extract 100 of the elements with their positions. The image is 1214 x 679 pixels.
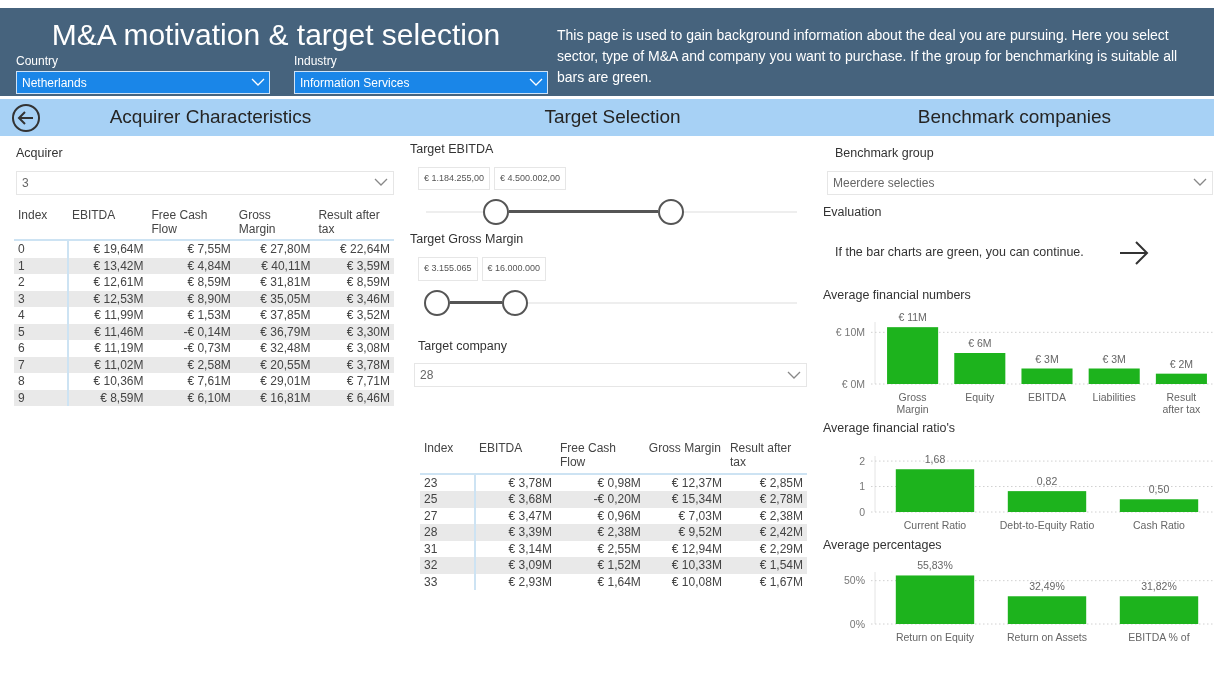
table-cell: € 0,96M (555, 507, 645, 525)
slider-track[interactable] (426, 198, 797, 227)
table-cell: -€ 0,20M (555, 491, 645, 508)
table-cell: € 37,85M (234, 307, 315, 324)
table-cell: 3 (14, 290, 68, 308)
table-cell: € 2,93M (474, 573, 556, 591)
table-cell: € 22,64M (314, 240, 394, 258)
table-cell: € 8,90M (147, 290, 235, 308)
table-cell: € 2,55M (555, 540, 645, 558)
table-cell: € 20,55M (234, 356, 315, 374)
table-cell: € 2,29M (725, 540, 807, 558)
table-cell: € 3,68M (474, 491, 556, 508)
slider-thumb[interactable] (424, 289, 451, 316)
slider-label: Target EBITDA (410, 141, 495, 158)
data-label: 32,49% (1029, 580, 1065, 593)
table-cell: € 12,53M (67, 290, 148, 308)
chevron-down-icon (787, 370, 801, 380)
table-cell: € 9,52M (644, 524, 726, 541)
table-cell: € 3,08M (314, 340, 394, 357)
range-value-field[interactable]: € 3.155.065 (418, 257, 478, 281)
data-label: 31,82% (1141, 580, 1177, 593)
dropdown[interactable]: Meerdere selecties (827, 170, 1213, 195)
table-cell: € 7,03M (644, 507, 726, 525)
table-cell: € 19,64M (67, 240, 148, 258)
range-value-field[interactable]: € 16.000.000 (481, 257, 547, 281)
data-label: 1,68 (924, 453, 946, 466)
filter-label: Country (16, 55, 60, 67)
table-cell: € 12,37M (644, 473, 726, 492)
category-label: Return on Equity (894, 632, 976, 644)
slider-thumb[interactable] (483, 199, 510, 226)
back-icon[interactable] (11, 102, 41, 133)
table-cell: 7 (14, 356, 68, 374)
chart-title: Average financial numbers (823, 286, 972, 304)
table-cell: € 40,11M (234, 257, 315, 275)
category-label: Current Ratio (902, 520, 968, 532)
data-label: € 2M (1169, 357, 1194, 370)
table-cell: € 7,55M (147, 240, 235, 258)
table-cell: € 2,85M (725, 473, 807, 492)
table-cell: € 0,98M (555, 473, 645, 492)
dropdown[interactable]: 28 (414, 363, 807, 388)
section-title: Target Selection (543, 105, 682, 130)
range-value-field[interactable]: € 4.500.002,00 (494, 166, 567, 191)
table-cell: € 16,81M (234, 389, 315, 407)
table-cell: € 2,38M (555, 524, 645, 541)
category-label: Equity (964, 392, 996, 406)
data-label: 0,82 (1036, 475, 1058, 488)
column-header: Result after tax (314, 208, 394, 241)
slider-label: Target Gross Margin (410, 231, 525, 249)
data-label: € 3M (1035, 352, 1059, 365)
arrow-right-icon[interactable] (1117, 239, 1150, 266)
table-cell: € 8,59M (147, 274, 235, 291)
table-cell: € 35,05M (234, 290, 315, 308)
table-cell: -€ 0,73M (147, 340, 235, 357)
table-cell: 9 (14, 389, 68, 407)
table-cell: € 1,52M (555, 557, 645, 574)
axis-tick-label: € 0M (841, 377, 865, 390)
chevron-down-icon (1193, 178, 1207, 188)
table-cell: € 10,08M (644, 573, 726, 591)
table-cell: € 3,59M (314, 257, 394, 275)
data-label: € 3M (1102, 352, 1126, 365)
table-cell: € 12,61M (67, 274, 148, 291)
table-cell: 28 (420, 524, 475, 541)
category-label: EBITDA % of (1127, 632, 1191, 644)
table-cell: -€ 0,14M (147, 323, 235, 341)
dropdown[interactable]: 3 (16, 170, 394, 195)
table-cell: € 27,80M (234, 240, 315, 258)
slider-thumb[interactable] (502, 289, 529, 316)
table-cell: € 15,34M (644, 491, 726, 508)
section-title: Benchmark companies (916, 105, 1113, 130)
table-cell: € 3,52M (314, 307, 394, 324)
data-label: 0,50 (1148, 483, 1170, 496)
slider-thumb[interactable] (657, 199, 684, 226)
table-cell: 25 (420, 491, 475, 508)
dropdown[interactable]: Information Services (294, 71, 548, 94)
table-cell: € 4,84M (147, 257, 235, 275)
field-label: Target company (418, 337, 508, 355)
slider-track[interactable] (426, 288, 797, 317)
table-cell: € 8,59M (67, 389, 148, 407)
table-cell: € 8,59M (314, 274, 394, 291)
dropdown[interactable]: Netherlands (16, 71, 270, 94)
data-label: € 6M (968, 337, 992, 350)
range-value-field[interactable]: € 1.184.255,00 (418, 166, 491, 191)
table-cell: € 10,36M (67, 373, 148, 390)
table-cell: € 7,71M (314, 373, 394, 390)
chevron-down-icon (374, 178, 388, 188)
chart-title: Average percentages (823, 536, 943, 554)
slider-range (450, 300, 503, 304)
table-cell: € 10,33M (644, 557, 726, 574)
section-title: Acquirer Characteristics (108, 105, 313, 130)
category-label: Debt-to-Equity Ratio (998, 520, 1096, 532)
field-label: Benchmark group (835, 145, 935, 162)
table-cell: € 1,54M (725, 557, 807, 574)
table-cell: € 13,42M (67, 257, 148, 275)
chevron-down-icon (529, 78, 543, 87)
table-cell: € 11,99M (67, 307, 148, 324)
table-cell: € 12,94M (644, 540, 726, 558)
table-cell: € 3,09M (474, 557, 556, 574)
field-label: Acquirer (16, 145, 64, 162)
column-header: EBITDA (474, 442, 556, 474)
table-cell: € 1,64M (555, 573, 645, 591)
